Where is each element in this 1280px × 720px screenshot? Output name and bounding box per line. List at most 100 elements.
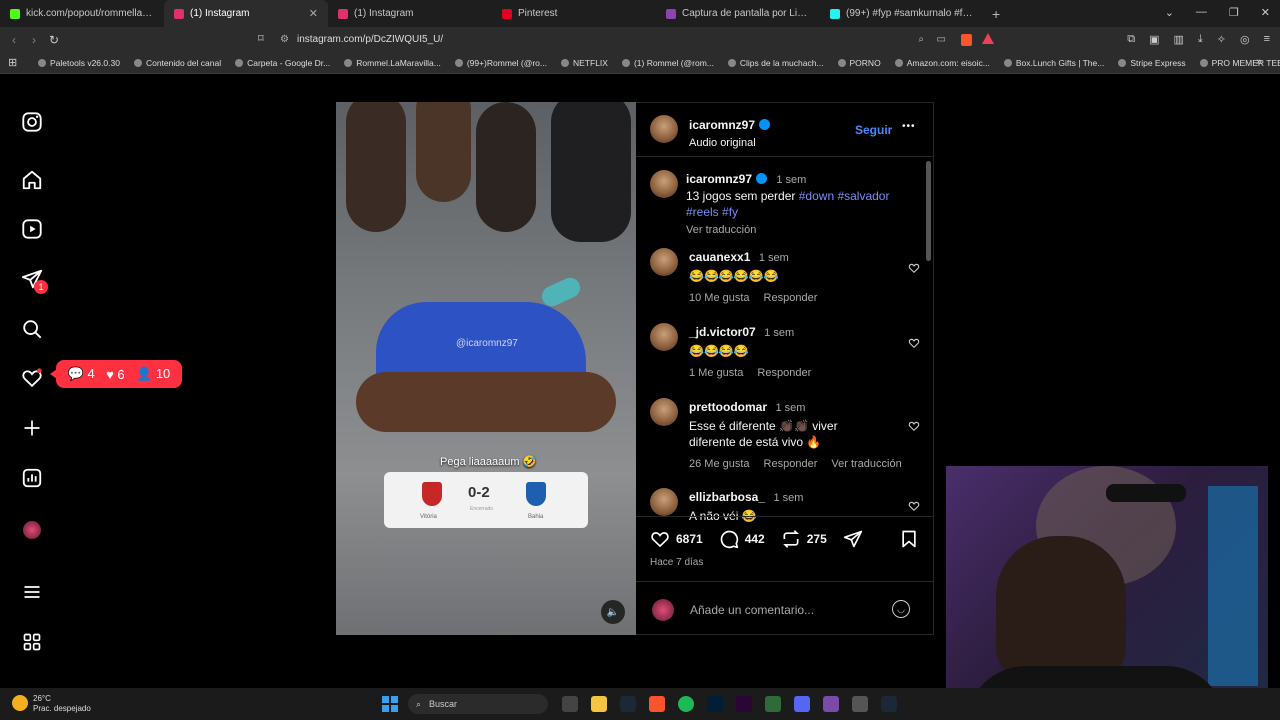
browser-tab[interactable]: Pinterest <box>492 0 656 27</box>
discord-icon[interactable] <box>794 696 810 712</box>
cast-icon[interactable]: ▭ <box>937 34 946 45</box>
author-avatar[interactable] <box>650 115 678 143</box>
search-icon[interactable] <box>20 317 44 341</box>
dashboard-icon[interactable] <box>20 466 44 490</box>
caption-hashtags-2[interactable]: #reels #fy <box>686 205 738 219</box>
browser-tab[interactable]: Captura de pantalla por Lightshot <box>656 0 820 27</box>
weather-sun-icon[interactable] <box>12 695 28 711</box>
create-plus-icon[interactable] <box>20 416 44 440</box>
caption-username[interactable]: icaromnz97 <box>686 172 752 186</box>
save-bookmark-icon[interactable] <box>899 529 919 549</box>
comment-like-heart-icon[interactable] <box>908 262 920 274</box>
brave-rewards-icon[interactable] <box>982 33 994 44</box>
comment-likes[interactable]: 1 Me gusta <box>689 367 743 379</box>
comment-reply-button[interactable]: Responder <box>764 292 818 304</box>
start-windows-icon[interactable] <box>382 696 398 712</box>
address-bar[interactable]: ⚙ instagram.com/p/DcZIWQUI5_U/ ⌕ ▭ <box>280 30 1000 49</box>
bookmark-item[interactable]: Contenido del canal <box>133 58 221 68</box>
tab-list-chevron-icon[interactable]: ⌄ <box>1165 6 1174 19</box>
browser-tab[interactable]: kick.com/popout/rommellamaravilla/ <box>0 0 164 27</box>
caption-avatar[interactable] <box>650 170 678 198</box>
commenter-username[interactable]: ellizbarbosa_ <box>689 490 765 504</box>
commenter-avatar[interactable] <box>650 248 678 276</box>
close-window-icon[interactable]: ✕ <box>1261 6 1270 19</box>
comment-like-heart-icon[interactable] <box>908 500 920 512</box>
emoji-picker-icon[interactable]: ◡ <box>892 600 910 618</box>
reposts-count[interactable]: 275 <box>807 532 827 546</box>
bookmark-item[interactable]: Stripe Express <box>1118 58 1186 68</box>
commenter-username[interactable]: _jd.victor07 <box>689 325 756 339</box>
profile-avatar[interactable] <box>20 518 44 542</box>
comment-likes[interactable]: 26 Me gusta <box>689 458 750 470</box>
instagram-logo-icon[interactable] <box>20 110 44 134</box>
restore-icon[interactable]: ❐ <box>1229 6 1239 19</box>
taskbar-search-box[interactable]: ⌕ Buscar <box>408 694 548 714</box>
more-menu-icon[interactable] <box>20 580 44 604</box>
bookmark-item[interactable]: Box.Lunch Gifts | The... <box>1003 58 1104 68</box>
commenter-avatar[interactable] <box>650 488 678 516</box>
scrollbar-thumb[interactable] <box>926 161 931 261</box>
game-app-icon[interactable] <box>823 696 839 712</box>
commenter-avatar[interactable] <box>650 323 678 351</box>
comment-reply-button[interactable]: Responder <box>757 367 811 379</box>
bookmark-item[interactable]: NETFLIX <box>561 58 608 68</box>
ai-icon[interactable]: ✧ <box>1217 33 1226 46</box>
steam-alt-icon[interactable] <box>881 696 897 712</box>
comments-count[interactable]: 442 <box>745 532 765 546</box>
likes-count[interactable]: 6871 <box>676 532 703 546</box>
follow-button[interactable]: Seguir <box>855 123 892 137</box>
comment-like-heart-icon[interactable] <box>908 337 920 349</box>
browser-tab[interactable]: (99+) #fyp #samkurnalo #foryou | Tik <box>820 0 984 27</box>
bookmark-item[interactable]: PORNO <box>837 58 881 68</box>
bookmark-item[interactable]: (1) Rommel (@rom... <box>621 58 714 68</box>
steam-icon[interactable] <box>620 696 636 712</box>
minimize-icon[interactable]: — <box>1196 6 1207 19</box>
post-video[interactable]: @icaromnz97 Pega liaaaaaum 🤣 Vitória Bah… <box>336 102 636 635</box>
wallet-icon[interactable]: ▣ <box>1149 33 1159 46</box>
commenter-avatar[interactable] <box>650 398 678 426</box>
extensions-icon[interactable]: ⧉ <box>1127 33 1135 46</box>
bookmark-item[interactable]: Paletools v26.0.30 <box>38 58 120 68</box>
bookmark-item[interactable]: Rommel.LaMaravilla... <box>344 58 441 68</box>
bookmark-page-icon[interactable]: ⌑ <box>258 32 264 45</box>
spotify-icon[interactable] <box>678 696 694 712</box>
comment-likes[interactable]: 10 Me gusta <box>689 292 750 304</box>
bookmark-item[interactable]: Carpeta - Google Dr... <box>235 58 330 68</box>
author-username[interactable]: icaromnz97 <box>689 118 755 132</box>
comment-reply-button[interactable]: Responder <box>764 458 818 470</box>
brave-browser-icon[interactable] <box>649 696 665 712</box>
more-options-icon[interactable]: ••• <box>902 121 916 132</box>
reels-icon[interactable] <box>20 217 44 241</box>
settings-icon[interactable] <box>852 696 868 712</box>
more-bookmarks-icon[interactable]: » <box>1256 56 1262 68</box>
file-explorer-icon[interactable] <box>591 696 607 712</box>
bookmark-item[interactable]: PRO MEMER TEES <box>1199 58 1280 68</box>
commenter-username[interactable]: prettoodomar <box>689 400 767 414</box>
bookmark-item[interactable]: Amazon.com: eisoic... <box>894 58 990 68</box>
apps-grid-icon[interactable]: ⊞ <box>8 56 17 69</box>
comment-icon[interactable] <box>719 529 739 549</box>
new-tab-icon[interactable]: + <box>984 6 1008 22</box>
menu-icon[interactable]: ≡ <box>1264 33 1270 46</box>
sidebar-toggle-icon[interactable]: ▥ <box>1173 33 1183 46</box>
browser-tab[interactable]: (1) Instagram ✕ <box>164 0 328 27</box>
also-from-meta-icon[interactable] <box>20 630 44 654</box>
home-icon[interactable] <box>20 168 44 192</box>
comments-scrollbar[interactable] <box>926 161 931 511</box>
audio-label[interactable]: Audio original <box>689 137 770 149</box>
add-comment-input[interactable]: Añade un comentario... <box>690 603 814 617</box>
photoshop-icon[interactable] <box>707 696 723 712</box>
caption-translate-link[interactable]: Ver traducción <box>686 222 916 238</box>
forward-icon[interactable]: › <box>24 33 44 47</box>
comment-translate-link[interactable]: Ver traducción <box>831 458 901 470</box>
notification-summary-pill[interactable]: 💬 4 ♥ 6 👤 10 <box>50 360 182 388</box>
caption-hashtags[interactable]: #down #salvador <box>799 189 890 203</box>
browser-tab[interactable]: (1) Instagram <box>328 0 492 27</box>
premiere-icon[interactable] <box>736 696 752 712</box>
close-tab-icon[interactable]: ✕ <box>309 7 318 20</box>
commenter-username[interactable]: cauanexx1 <box>689 250 750 264</box>
app-icon[interactable] <box>765 696 781 712</box>
back-icon[interactable]: ‹ <box>4 33 24 47</box>
weather-widget[interactable]: 26°C Prac. despejado <box>33 694 91 714</box>
bookmark-item[interactable]: (99+)Rommel (@ro... <box>454 58 547 68</box>
